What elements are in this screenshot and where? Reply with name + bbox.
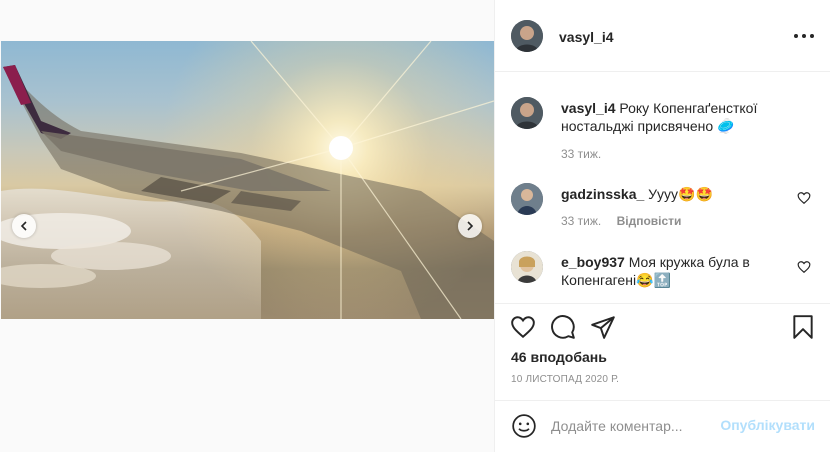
- more-icon[interactable]: [794, 28, 814, 44]
- comment-icon[interactable]: [550, 314, 576, 340]
- publish-button[interactable]: Опублікувати: [720, 417, 815, 433]
- comment-username[interactable]: gadzinsska_: [561, 186, 644, 202]
- comments-list: vasyl_i4 Року Копенгаґенсткої ностальджі…: [495, 73, 830, 303]
- commenter-avatar[interactable]: [511, 183, 543, 215]
- media-panel: [0, 0, 494, 452]
- chevron-right-icon: [467, 221, 474, 231]
- comment-text: Ууyy🤩🤩: [648, 186, 713, 202]
- post-sidebar: vasyl_i4 vasyl_i4 Року Копенгаґенсткої н…: [494, 0, 830, 452]
- post-photo[interactable]: [1, 41, 494, 319]
- next-photo-button[interactable]: [458, 214, 482, 238]
- likes-count[interactable]: 46 вподобань: [511, 349, 607, 365]
- bookmark-icon[interactable]: [790, 314, 816, 340]
- caption-body: vasyl_i4 Року Копенгаґенсткої ностальджі…: [561, 99, 785, 135]
- photo-scene: [1, 41, 494, 319]
- comment-input[interactable]: [551, 415, 731, 437]
- chevron-left-icon: [20, 221, 27, 231]
- caption-time[interactable]: 33 тиж.: [561, 147, 601, 161]
- heart-icon[interactable]: [797, 191, 811, 205]
- heart-icon[interactable]: [797, 260, 811, 274]
- add-comment-section: Опублікувати: [495, 400, 830, 452]
- post-actions: 46 вподобань 10 ЛИСТОПАД 2020 Р.: [495, 303, 830, 393]
- share-icon[interactable]: [590, 314, 616, 340]
- caption-username[interactable]: vasyl_i4: [561, 100, 616, 116]
- comment-body: gadzinsska_ Ууyy🤩🤩: [561, 185, 785, 203]
- author-avatar[interactable]: [511, 20, 543, 52]
- commenter-avatar[interactable]: [511, 251, 543, 283]
- emoji-icon[interactable]: [511, 413, 537, 439]
- post-header: vasyl_i4: [495, 0, 830, 72]
- reply-button[interactable]: Відповісти: [617, 214, 682, 228]
- heart-icon[interactable]: [510, 314, 536, 340]
- comment-body: e_boy937 Моя кружка була в Копенгагені😂🔝: [561, 253, 785, 289]
- caption-avatar[interactable]: [511, 97, 543, 129]
- comment-meta: 33 тиж. Відповісти: [561, 214, 681, 228]
- comment-time[interactable]: 33 тиж.: [561, 214, 601, 228]
- post-date[interactable]: 10 ЛИСТОПАД 2020 Р.: [511, 374, 619, 385]
- comment-username[interactable]: e_boy937: [561, 254, 625, 270]
- previous-photo-button[interactable]: [12, 214, 36, 238]
- author-username[interactable]: vasyl_i4: [559, 29, 614, 45]
